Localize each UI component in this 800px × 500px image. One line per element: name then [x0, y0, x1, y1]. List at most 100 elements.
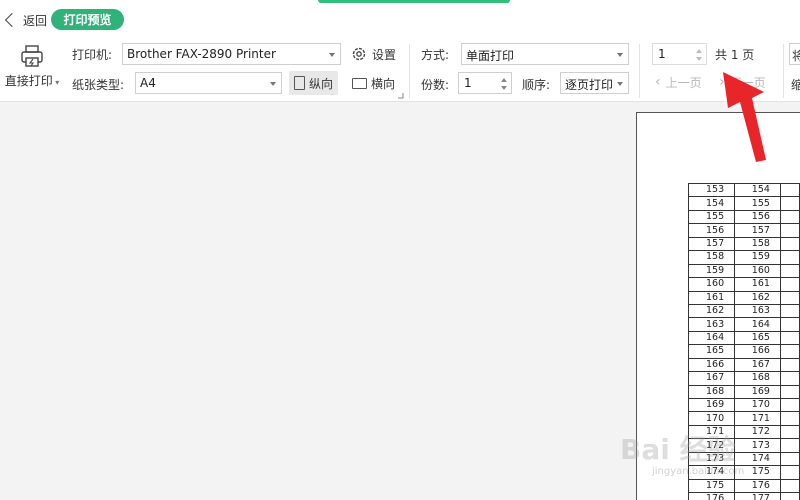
- chevron-down-icon: [617, 82, 623, 86]
- page-number-value: 1: [658, 47, 666, 61]
- chevron-down-icon: [270, 82, 276, 86]
- order-label: 顺序:: [522, 78, 551, 92]
- table-cell: 154: [733, 182, 781, 198]
- print-preview-tab[interactable]: 打印预览: [51, 9, 124, 30]
- printer-select[interactable]: Brother FAX-2890 Printer: [122, 43, 341, 65]
- table-cell: 154: [688, 196, 735, 211]
- table-cell: 156: [688, 223, 735, 238]
- table-cell: 161: [688, 290, 735, 305]
- table-cell: [779, 277, 800, 292]
- table-cell: 156: [733, 209, 781, 225]
- prev-page-button[interactable]: ‹ 上一页: [655, 72, 702, 92]
- landscape-button[interactable]: 横向: [352, 71, 395, 95]
- table-cell: [779, 344, 800, 359]
- table-cell: 167: [733, 357, 781, 373]
- table-cell: 155: [733, 196, 781, 211]
- table-cell: [779, 397, 800, 413]
- table-cell: 166: [733, 344, 781, 359]
- table-cell: 176: [733, 478, 781, 494]
- table-row: 170 171: [688, 411, 800, 426]
- table-cell: 162: [688, 303, 735, 319]
- chevron-down-icon: [617, 53, 623, 57]
- table-cell: [779, 357, 800, 373]
- dropdown-caret-icon: ▾: [52, 78, 60, 87]
- back-button[interactable]: 返回: [4, 11, 47, 29]
- paper-type-value: A4: [140, 76, 156, 90]
- chevron-left-icon: [4, 12, 20, 28]
- chevron-up-icon[interactable]: [696, 49, 702, 53]
- print-mode-label: 方式:: [421, 48, 450, 62]
- table-cell: 174: [733, 451, 781, 467]
- table-row: 175 176: [688, 478, 800, 494]
- page-number-stepper[interactable]: 1: [652, 43, 707, 65]
- table-cell: [779, 384, 800, 400]
- table-row: 153 154: [688, 182, 800, 198]
- table-cell: 160: [688, 277, 735, 292]
- table-row: 160 161: [688, 277, 800, 292]
- table-cell: 165: [733, 330, 781, 346]
- chevron-down-icon[interactable]: [696, 57, 702, 61]
- portrait-page-icon: [294, 76, 305, 90]
- divider: [409, 44, 410, 98]
- table-cell: 164: [733, 317, 781, 332]
- chevron-down-icon[interactable]: [501, 86, 507, 90]
- table-cell: [779, 492, 800, 500]
- divider: [783, 44, 784, 98]
- table-row: 155 156: [688, 209, 800, 225]
- zoom-control[interactable]: 将: [789, 43, 800, 65]
- copies-value: 1: [464, 76, 472, 90]
- table-cell: 155: [688, 209, 735, 225]
- zoom-label-bottom: 缩: [791, 78, 800, 92]
- paper-type-select[interactable]: A4: [135, 72, 282, 94]
- printer-value: Brother FAX-2890 Printer: [127, 47, 276, 61]
- table-cell: [779, 371, 800, 386]
- table-cell: 176: [688, 492, 735, 500]
- table-row: 159 160: [688, 263, 800, 279]
- table-cell: [779, 250, 800, 265]
- print-mode-value: 单面打印: [466, 49, 515, 63]
- table-cell: 166: [688, 357, 735, 373]
- expand-corner-icon[interactable]: [398, 93, 404, 99]
- table-cell: 162: [733, 290, 781, 305]
- total-pages-label: 共 1 页: [715, 48, 755, 62]
- table-cell: 169: [688, 397, 735, 413]
- table-cell: [779, 196, 800, 211]
- table-row: 176 177: [688, 492, 800, 500]
- back-label: 返回: [23, 13, 48, 28]
- table-cell: 170: [688, 411, 735, 426]
- landscape-label: 横向: [371, 76, 396, 91]
- table-cell: 157: [733, 223, 781, 238]
- portrait-button[interactable]: 纵向: [289, 71, 339, 95]
- print-order-value: 逐页打印: [565, 78, 614, 92]
- prev-page-label: 上一页: [665, 75, 702, 90]
- table-cell: 177: [733, 492, 781, 500]
- table-cell: [779, 330, 800, 346]
- table-cell: 163: [733, 303, 781, 319]
- print-mode-select[interactable]: 单面打印: [461, 43, 629, 65]
- print-toolbar: 直接打印 ▾ 打印机: Brother FAX-2890 Printer 设置 …: [0, 40, 800, 102]
- table-cell: 159: [733, 250, 781, 265]
- printer-label: 打印机:: [72, 48, 113, 62]
- table-cell: [779, 317, 800, 332]
- table-cell: [779, 451, 800, 467]
- table-row: 163 164: [688, 317, 800, 332]
- watermark-logo: Bai 经验: [620, 433, 736, 466]
- print-order-select[interactable]: 逐页打印: [560, 72, 629, 94]
- direct-print-button[interactable]: 直接打印 ▾: [3, 42, 61, 92]
- table-cell: [779, 465, 800, 480]
- copies-stepper[interactable]: 1: [458, 72, 512, 94]
- top-accent-line: [318, 0, 510, 3]
- table-row: 166 167: [688, 357, 800, 373]
- table-cell: 170: [733, 397, 781, 413]
- chevron-left-icon: ‹: [655, 74, 661, 90]
- table-cell: 175: [688, 478, 735, 494]
- table-cell: 158: [733, 236, 781, 252]
- table-cell: 164: [688, 330, 735, 346]
- settings-button[interactable]: 设置: [351, 43, 396, 65]
- table-row: 169 170: [688, 397, 800, 413]
- table-cell: 153: [688, 182, 735, 198]
- table-row: 158 159: [688, 250, 800, 265]
- chevron-up-icon[interactable]: [501, 78, 507, 82]
- table-cell: 171: [733, 411, 781, 426]
- divider: [639, 44, 640, 98]
